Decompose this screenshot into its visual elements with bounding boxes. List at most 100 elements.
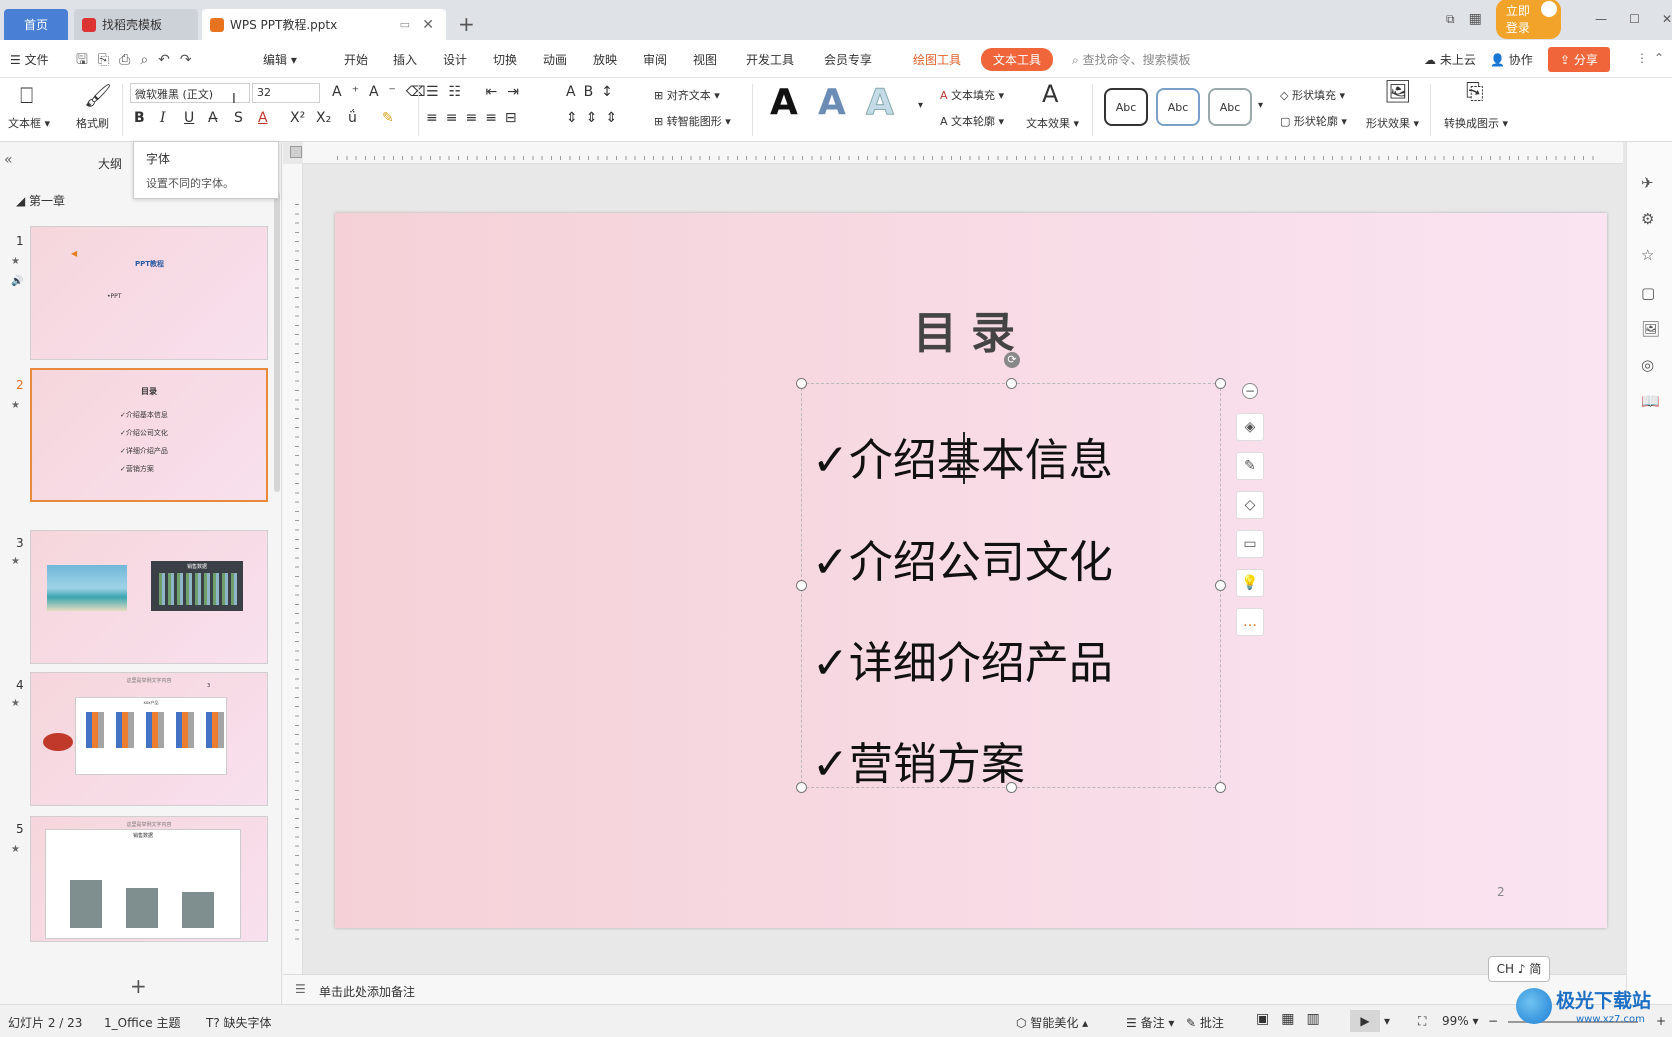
notes-pane[interactable]: ☰ 单击此处添加备注 <box>283 974 1626 1004</box>
text-effect-icon[interactable]: A <box>1042 80 1058 108</box>
text-style-outline[interactable]: A <box>866 82 895 124</box>
chapter-header[interactable]: ◢ 第一章 <box>16 192 65 209</box>
text-fill-button[interactable]: A 文本填充 ▾ <box>940 87 1004 103</box>
slide[interactable]: 目录 ⟳ ✓介绍基本信息 ✓介绍公司文化 ✓详细介绍产品 ✓营销方案 2 <box>335 213 1607 928</box>
format-painter-label[interactable]: 格式刷 <box>76 115 109 131</box>
theme-name[interactable]: 1_Office 主题 <box>104 1014 180 1031</box>
star-icon[interactable]: ☆ <box>1641 246 1654 264</box>
apps-icon[interactable]: ▦ <box>1469 11 1482 27</box>
textbox-button[interactable]: 文本框 ▾ <box>8 115 50 131</box>
menu-text-tools[interactable]: 文本工具 <box>981 48 1054 71</box>
share-button[interactable]: ⇪ 分享 <box>1548 47 1610 72</box>
convert-icon[interactable]: ⎘ <box>1466 80 1484 105</box>
list-icons[interactable]: ☰☷ ⇤⇥ <box>426 84 529 100</box>
more-options-icon[interactable]: … <box>1236 608 1264 636</box>
italic-icon[interactable]: I <box>160 110 166 126</box>
resize-handle[interactable] <box>796 782 807 793</box>
panel-scrollbar[interactable] <box>274 192 280 492</box>
list-item[interactable]: ✓介绍公司文化 <box>812 526 1113 590</box>
menu-draw-tools[interactable]: 绘图工具 <box>913 51 961 68</box>
collab-button[interactable]: 👤 协作 <box>1490 51 1533 68</box>
collapse-icon[interactable]: − <box>1242 383 1258 399</box>
text-outline-button[interactable]: A 文本轮廓 ▾ <box>940 113 1004 129</box>
text-style-black[interactable]: A <box>770 82 798 123</box>
layers-icon[interactable]: ◈ <box>1236 413 1264 441</box>
fill-icon[interactable]: ◇ <box>1236 491 1264 519</box>
list-item[interactable]: ✓详细介绍产品 <box>812 627 1113 691</box>
bold-icon[interactable]: B <box>134 110 145 126</box>
collapse-ribbon-icon[interactable]: ⌃ <box>1654 51 1664 65</box>
subscript-icon[interactable]: X₂ <box>316 110 331 126</box>
text-direction-icons[interactable]: AB↕ <box>566 84 621 100</box>
menu-member[interactable]: 会员专享 <box>824 51 872 68</box>
content-textbox[interactable]: ⟳ ✓介绍基本信息 ✓介绍公司文化 ✓详细介绍产品 ✓营销方案 <box>796 352 1226 793</box>
text-effect-button[interactable]: 文本效果 ▾ <box>1026 115 1079 131</box>
shape-style-2[interactable]: Abc <box>1156 88 1200 126</box>
resize-handle[interactable] <box>1215 580 1226 591</box>
menu-design[interactable]: 设计 <box>443 51 467 68</box>
missing-font-button[interactable]: T? 缺失字体 <box>206 1014 272 1031</box>
highlight-icon[interactable]: ✎ <box>382 110 394 126</box>
fit-window-icon[interactable]: ⛶ <box>1418 1014 1426 1029</box>
search-box[interactable]: ⌕ 查找命令、搜索模板 <box>1072 51 1191 68</box>
menu-view[interactable]: 视图 <box>693 51 717 68</box>
maximize-icon[interactable]: ☐ <box>1629 12 1640 26</box>
shape-fill-button[interactable]: ◇ 形状填充 ▾ <box>1280 87 1345 103</box>
window-icon[interactable]: ▭ <box>400 18 410 31</box>
menu-insert[interactable]: 插入 <box>393 51 417 68</box>
shape-style-more-icon[interactable]: ▾ <box>1258 100 1263 111</box>
textbox-icon[interactable]: ⎕ <box>20 84 33 109</box>
animation-icon[interactable]: ✈ <box>1641 174 1654 192</box>
collapse-panel-icon[interactable]: « <box>4 152 13 168</box>
slide-thumbnail-5[interactable]: 这里是举例文字内容 销售数据 <box>30 816 268 942</box>
shape-style-3[interactable]: Abc <box>1208 88 1252 126</box>
cloud-status[interactable]: ☁ 未上云 <box>1424 51 1476 68</box>
resize-handle[interactable] <box>796 580 807 591</box>
login-button[interactable]: 立即登录 <box>1495 0 1562 39</box>
font-size-select[interactable]: 32 <box>252 83 320 103</box>
font-color-icon[interactable]: A <box>258 110 268 126</box>
list-item[interactable]: ✓营销方案 <box>812 728 1025 792</box>
shape-outline-button[interactable]: ▢ 形状轮廓 ▾ <box>1280 113 1347 129</box>
close-tab-icon[interactable]: ✕ <box>422 17 434 33</box>
superscript-icon[interactable]: X² <box>290 110 305 126</box>
font-grow-shrink-icons[interactable]: A⁺A⁻⌫ <box>332 84 436 100</box>
location-icon[interactable]: ◎ <box>1641 356 1654 374</box>
resize-handle[interactable] <box>796 378 807 389</box>
align-icons[interactable]: ≡≡≡≡⊟ <box>426 110 525 126</box>
menu-developer[interactable]: 开发工具 <box>746 51 794 68</box>
smart-art-button[interactable]: ⊞ 转智能图形 ▾ <box>654 113 731 129</box>
play-options-icon[interactable]: ▾ <box>1384 1014 1390 1028</box>
phonetic-icon[interactable]: ǘ <box>348 110 357 126</box>
more-icon[interactable]: ⋮ <box>1636 51 1648 65</box>
file-menu[interactable]: ☰ 文件 <box>10 51 49 68</box>
menu-transition[interactable]: 切换 <box>493 51 517 68</box>
text-style-blue[interactable]: A <box>818 82 846 123</box>
menu-animation[interactable]: 动画 <box>543 51 567 68</box>
format-painter-icon[interactable]: 🖌 <box>84 84 112 109</box>
zoom-level[interactable]: 99% ▾ <box>1442 1014 1479 1028</box>
layout-icon[interactable]: ⧉ <box>1446 12 1455 27</box>
comment-icon[interactable]: ▢ <box>1641 284 1655 302</box>
view-mode-icons[interactable]: ▣▦▥ <box>1256 1011 1332 1027</box>
edit-menu[interactable]: 编辑 ▾ <box>263 51 297 68</box>
minimize-icon[interactable]: — <box>1595 12 1607 26</box>
notes-toggle[interactable]: ☰ 备注 ▾ <box>1126 1014 1174 1031</box>
menu-review[interactable]: 审阅 <box>643 51 667 68</box>
ime-indicator[interactable]: CH ♪ 简 <box>1488 956 1550 982</box>
tab-home[interactable]: 首页 <box>4 9 68 40</box>
outline-tab[interactable]: 大纲 <box>98 155 122 172</box>
slide-thumbnail-3[interactable]: 销售数据 <box>30 530 268 664</box>
slide-thumbnail-1[interactable]: ◀ PPT教程 •PPT <box>30 226 268 360</box>
underline-icon[interactable]: U <box>184 110 194 126</box>
comment-toggle[interactable]: ✎ 批注 <box>1186 1014 1224 1031</box>
notes-placeholder[interactable]: 单击此处添加备注 <box>319 983 415 1000</box>
tab-document[interactable]: WPS PPT教程.pptx ▭ ✕ <box>202 9 446 40</box>
strikethrough-icon[interactable]: A̶ <box>208 110 218 126</box>
menu-slideshow[interactable]: 放映 <box>593 51 617 68</box>
frame-icon[interactable]: ▭ <box>1236 530 1264 558</box>
beautify-button[interactable]: ⬡ 智能美化 ▴ <box>1016 1014 1088 1031</box>
lightbulb-icon[interactable]: 💡 <box>1236 569 1264 597</box>
line-spacing-icons[interactable]: ⇕⇕⇕ <box>566 110 625 126</box>
image-icon[interactable]: 🖼 <box>1641 320 1660 338</box>
